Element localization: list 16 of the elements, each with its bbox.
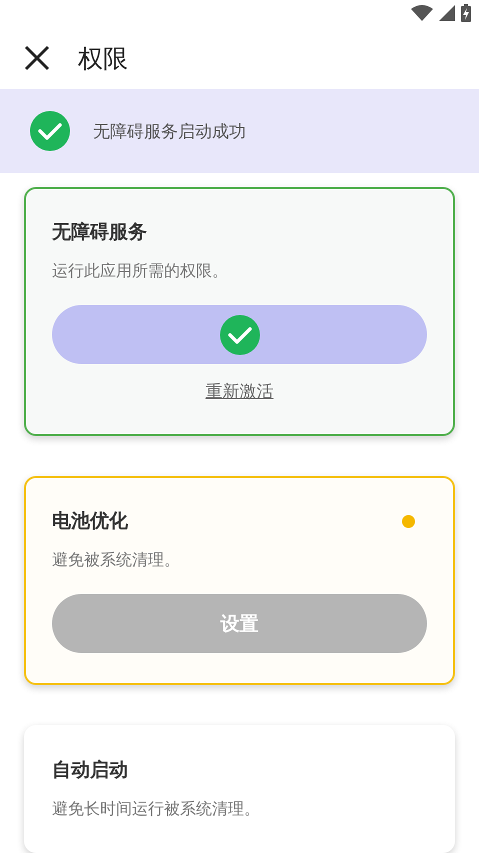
battery-icon xyxy=(461,4,471,22)
card-title: 自动启动 xyxy=(52,758,128,784)
reactivate-link[interactable]: 重新激活 xyxy=(206,380,274,404)
card-title: 无障碍服务 xyxy=(52,220,147,246)
signal-icon xyxy=(439,5,455,22)
check-icon xyxy=(29,110,71,152)
banner-message: 无障碍服务启动成功 xyxy=(93,120,246,143)
card-description: 避免长时间运行被系统清理。 xyxy=(52,798,261,820)
wifi-icon xyxy=(411,5,433,22)
page-title: 权限 xyxy=(78,42,128,75)
close-icon xyxy=(24,45,50,72)
card-description: 运行此应用所需的权限。 xyxy=(52,260,229,282)
check-icon xyxy=(218,314,260,356)
close-button[interactable] xyxy=(24,45,50,72)
card-title: 电池优化 xyxy=(52,509,128,534)
card-description: 避免被系统清理。 xyxy=(52,549,181,572)
